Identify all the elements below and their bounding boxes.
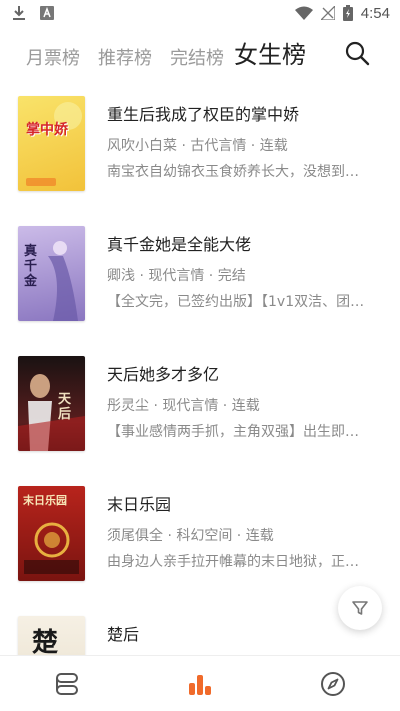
book-status: 连载 (259, 138, 288, 154)
tab-monthly-votes[interactable]: 月票榜 (26, 50, 80, 78)
tab-recommended[interactable]: 推荐榜 (98, 50, 152, 78)
book-title: 末日乐园 (107, 495, 172, 514)
tab-female[interactable]: 女生榜 (234, 43, 306, 78)
ranking-tabs: 月票榜 推荐榜 完结榜 女生榜 (0, 34, 400, 78)
tab-completed[interactable]: 完结榜 (170, 50, 224, 78)
meta-separator: · (177, 138, 191, 154)
bookshelf-icon (55, 672, 78, 695)
meta-separator: · (204, 268, 218, 284)
status-bar: 4:54 (0, 0, 400, 26)
book-cover: 真千金 (18, 226, 85, 321)
book-author: 彤灵尘 (107, 398, 149, 414)
book-meta: 风吹小白菜 · 古代言情 · 连载 (107, 136, 387, 156)
meta-separator: · (232, 528, 246, 544)
book-title: 真千金她是全能大佬 (107, 235, 252, 254)
book-item[interactable]: 天后 天后她多才多亿 彤灵尘 · 现代言情 · 连载 【事业感情两手抓，主角双强… (0, 352, 400, 482)
battery-charging-icon (342, 5, 353, 21)
meta-separator: · (163, 528, 177, 544)
book-category: 现代言情 (162, 398, 219, 414)
book-item[interactable]: 真千金 真千金她是全能大佬 卿浅 · 现代言情 · 完结 【全文完，已签约出版】… (0, 222, 400, 352)
cover-title: 天后 (58, 392, 72, 422)
book-status: 连载 (245, 528, 274, 544)
cover-title: 掌中娇 (26, 122, 68, 138)
book-title: 楚后 (107, 625, 140, 644)
book-author: 须尾俱全 (107, 528, 163, 544)
book-category: 科幻空间 (176, 528, 233, 544)
meta-separator: · (149, 398, 163, 414)
book-description: 【全文完，已签约出版】【1v1双洁、团… (107, 294, 365, 310)
book-description: 南宝衣自幼锦衣玉食娇养长大，没想到… (107, 164, 359, 180)
nav-ranking[interactable] (180, 664, 220, 704)
cover-title: 楚 (32, 628, 59, 658)
book-meta: 彤灵尘 · 现代言情 · 连载 (107, 396, 387, 416)
book-category: 现代言情 (148, 268, 205, 284)
nav-bookshelf[interactable] (47, 664, 87, 704)
wifi-icon (294, 6, 313, 20)
book-cover: 天后 (18, 356, 85, 451)
meta-separator: · (135, 268, 149, 284)
book-title: 天后她多才多亿 (107, 365, 220, 384)
no-signal-icon (320, 6, 335, 20)
ranking-icon (188, 674, 211, 695)
book-author: 卿浅 (107, 268, 135, 284)
search-icon[interactable] (344, 40, 370, 66)
download-icon (13, 6, 25, 20)
compass-icon (321, 671, 346, 696)
filter-icon (352, 601, 368, 615)
book-description: 由身边人亲手拉开帷幕的末日地狱，正… (107, 554, 359, 570)
book-status: 连载 (231, 398, 260, 414)
cover-title: 真千金 (24, 244, 38, 289)
book-title: 重生后我成了权臣的掌中娇 (107, 105, 300, 124)
cover-title: 末日乐园 (23, 494, 67, 507)
book-cover: 掌中娇 (18, 96, 85, 191)
bottom-nav (0, 655, 400, 711)
book-author: 风吹小白菜 (107, 138, 177, 154)
book-status: 完结 (217, 268, 246, 284)
nav-discover[interactable] (313, 664, 353, 704)
book-item[interactable]: 掌中娇 重生后我成了权臣的掌中娇 风吹小白菜 · 古代言情 · 连载 南宝衣自幼… (0, 92, 400, 222)
filter-button[interactable] (338, 586, 382, 630)
status-time: 4:54 (360, 4, 390, 22)
book-cover: 末日乐园 (18, 486, 85, 581)
book-meta: 须尾俱全 · 科幻空间 · 连载 (107, 526, 387, 546)
book-description: 【事业感情两手抓，主角双强】出生即… (107, 424, 359, 440)
book-meta: 卿浅 · 现代言情 · 完结 (107, 266, 387, 286)
book-item[interactable]: 末日乐园 末日乐园 须尾俱全 · 科幻空间 · 连载 由身边人亲手拉开帷幕的末日… (0, 482, 400, 612)
book-category: 古代言情 (190, 138, 247, 154)
meta-separator: · (218, 398, 232, 414)
font-icon (40, 6, 54, 20)
meta-separator: · (246, 138, 260, 154)
cover-art (26, 102, 82, 186)
